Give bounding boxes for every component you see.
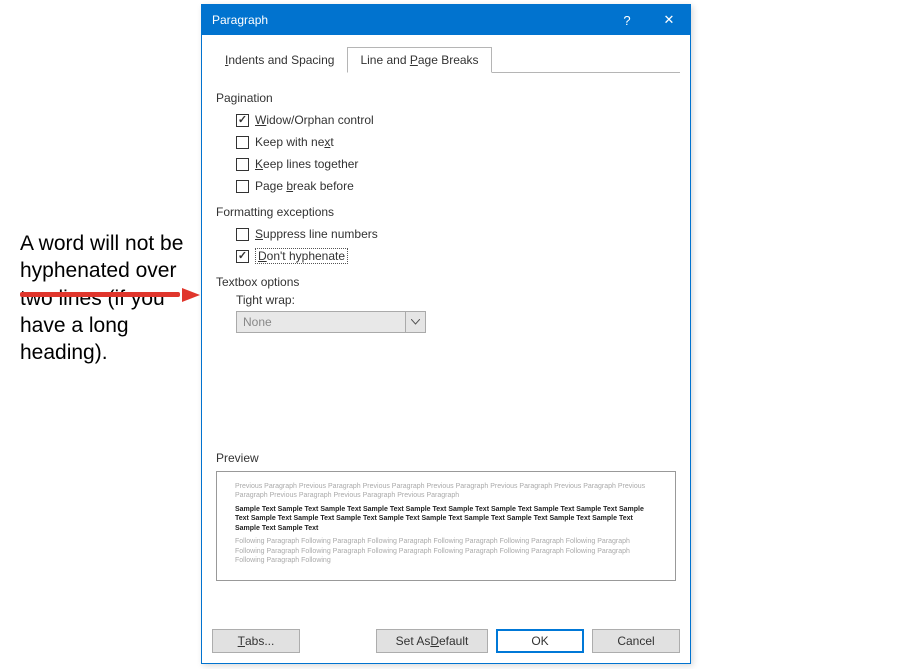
suppress-line-numbers-label: Suppress line numbers xyxy=(255,227,378,241)
tab-line-page-breaks[interactable]: Line and Page Breaks xyxy=(347,47,491,73)
tab-indents-spacing[interactable]: Indents and Spacing xyxy=(212,47,347,73)
preview-following: Following Paragraph Following Paragraph … xyxy=(235,537,657,565)
chevron-down-icon[interactable] xyxy=(405,312,425,332)
keep-lines-together-label: Keep lines together xyxy=(255,157,358,171)
tight-wrap-value: None xyxy=(243,315,272,329)
close-button[interactable]: ✕ xyxy=(648,5,690,35)
widow-orphan-label: Widow/Orphan control xyxy=(255,113,374,127)
pointer-arrow xyxy=(20,288,200,302)
paragraph-dialog: Paragraph ? ✕ Indents and Spacing Line a… xyxy=(201,4,691,664)
tab-content: Pagination Widow/Orphan control Keep wit… xyxy=(212,72,680,581)
widow-orphan-checkbox[interactable] xyxy=(236,114,249,127)
tight-wrap-dropdown[interactable]: None xyxy=(236,311,426,333)
preview-previous: Previous Paragraph Previous Paragraph Pr… xyxy=(235,482,657,501)
keep-with-next-checkbox[interactable] xyxy=(236,136,249,149)
section-preview: Preview xyxy=(216,451,676,465)
dont-hyphenate-label: Don't hyphenate xyxy=(255,248,348,264)
set-as-default-button[interactable]: Set As Default xyxy=(376,629,488,653)
dialog-button-row: Tabs... Set As Default OK Cancel xyxy=(212,629,680,653)
ok-button[interactable]: OK xyxy=(496,629,584,653)
help-button[interactable]: ? xyxy=(606,5,648,35)
tight-wrap-label: Tight wrap: xyxy=(236,293,676,307)
section-formatting-exceptions: Formatting exceptions xyxy=(216,205,676,219)
preview-box: Previous Paragraph Previous Paragraph Pr… xyxy=(216,471,676,581)
keep-with-next-label: Keep with next xyxy=(255,135,334,149)
cancel-button[interactable]: Cancel xyxy=(592,629,680,653)
page-break-before-label: Page break before xyxy=(255,179,354,193)
dont-hyphenate-checkbox[interactable] xyxy=(236,250,249,263)
titlebar: Paragraph ? ✕ xyxy=(202,5,690,35)
suppress-line-numbers-checkbox[interactable] xyxy=(236,228,249,241)
section-textbox-options: Textbox options xyxy=(216,275,676,289)
tab-strip: Indents and Spacing Line and Page Breaks xyxy=(212,47,690,73)
tabs-button[interactable]: Tabs... xyxy=(212,629,300,653)
keep-lines-together-checkbox[interactable] xyxy=(236,158,249,171)
dialog-title: Paragraph xyxy=(212,13,606,27)
page-break-before-checkbox[interactable] xyxy=(236,180,249,193)
section-pagination: Pagination xyxy=(216,91,676,105)
preview-sample: Sample Text Sample Text Sample Text Samp… xyxy=(235,505,657,533)
